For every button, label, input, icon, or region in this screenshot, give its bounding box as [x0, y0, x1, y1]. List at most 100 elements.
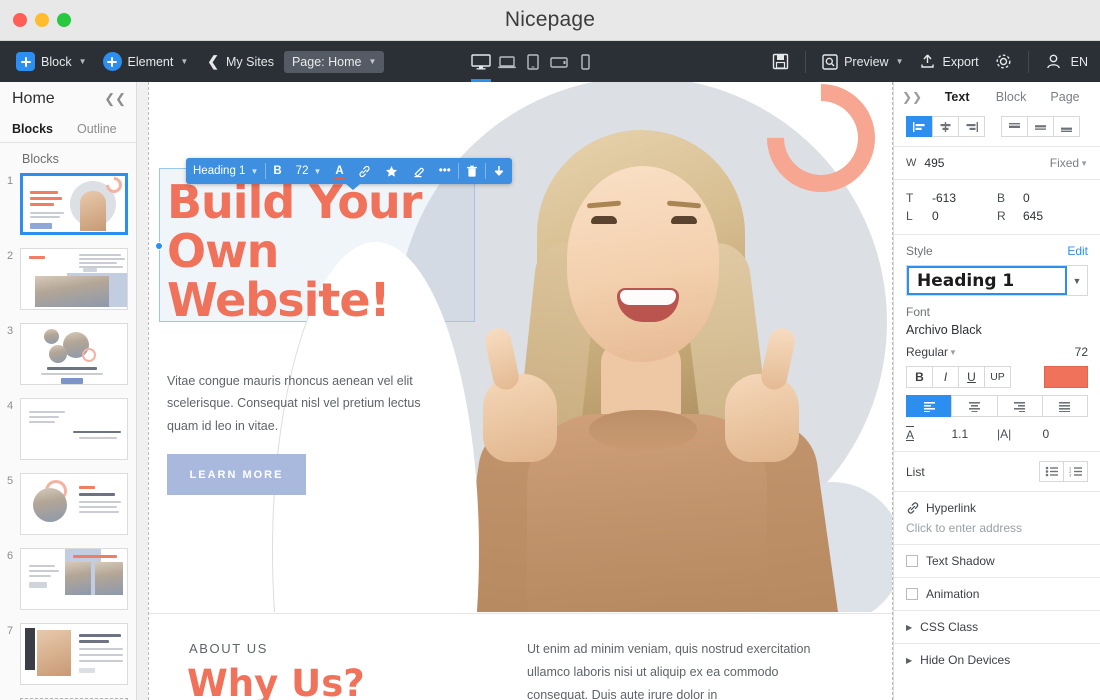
block-thumbnail-2[interactable] [20, 248, 128, 310]
device-tablet-portrait-button[interactable] [522, 41, 544, 82]
about-paragraph[interactable]: Ut enim ad minim veniam, quis nostrud ex… [527, 638, 817, 700]
numbered-list-button[interactable]: 123 [1063, 461, 1088, 482]
language-selector[interactable]: EN [1071, 55, 1092, 69]
text-style-dropdown[interactable]: Heading 1 ▼ [186, 158, 265, 184]
offset-left-value[interactable]: 0 [932, 209, 939, 223]
edit-style-link[interactable]: Edit [1067, 244, 1088, 258]
offset-left[interactable]: L 0 [906, 207, 997, 225]
resize-handle-left[interactable] [155, 242, 163, 250]
block-thumbnail-3[interactable] [20, 323, 128, 385]
offset-top[interactable]: T -613 [906, 189, 997, 207]
font-size-value[interactable]: 72 [1075, 345, 1088, 359]
line-height-value-cell[interactable]: 1.1 [952, 427, 998, 441]
tab-page[interactable]: Page [1038, 90, 1092, 104]
block-thumbnail-6[interactable] [20, 548, 128, 610]
device-desktop-button[interactable] [470, 41, 492, 82]
floating-text-toolbar[interactable]: Heading 1 ▼ B 72 ▼ A ••• [186, 158, 512, 190]
editor-canvas[interactable]: Heading 1 ▼ B 72 ▼ A ••• Build Your Own … [137, 82, 893, 700]
underline-button[interactable]: U [958, 366, 985, 388]
text-shadow-checkbox[interactable] [906, 555, 918, 567]
font-name-value[interactable]: Archivo Black [906, 323, 1088, 337]
my-sites-button[interactable]: ❮ My Sites [207, 53, 274, 70]
preview-button[interactable]: Preview ▼ [815, 50, 910, 74]
device-tablet-landscape-button[interactable] [548, 41, 570, 82]
italic-button[interactable]: I [932, 366, 959, 388]
add-element-button[interactable]: Element ▼ [96, 48, 196, 75]
collapse-panel-icon[interactable]: ❮❮ [104, 91, 126, 107]
link-button[interactable] [351, 158, 378, 184]
maximize-button[interactable] [57, 13, 71, 27]
block-thumbnail-7[interactable] [20, 623, 128, 685]
text-align-justify-button[interactable] [1041, 395, 1088, 417]
letter-spacing-value-cell[interactable]: 0 [1043, 427, 1089, 441]
css-class-section[interactable]: ▶ CSS Class [894, 610, 1100, 643]
hyperlink-input[interactable]: Click to enter address [906, 521, 1088, 535]
font-color-button[interactable]: A [328, 158, 350, 184]
text-align-group[interactable] [906, 395, 1088, 417]
text-align-right-button[interactable] [996, 395, 1043, 417]
more-options-button[interactable]: ••• [432, 158, 458, 184]
width-value[interactable]: 495 [924, 156, 944, 170]
expand-panel-icon[interactable]: ❯❯ [902, 90, 930, 104]
offset-bottom-value[interactable]: 0 [1023, 191, 1030, 205]
learn-more-button[interactable]: LEARN MORE [167, 454, 306, 495]
about-heading[interactable]: Why Us? [187, 662, 365, 700]
text-align-left-button[interactable] [906, 395, 953, 417]
hyperlink-section[interactable]: Hyperlink Click to enter address [894, 491, 1100, 544]
settings-button[interactable] [988, 49, 1019, 74]
tab-blocks[interactable]: Blocks [12, 122, 53, 136]
list-item[interactable]: 5 [0, 473, 136, 548]
align-center-button[interactable] [932, 116, 959, 137]
font-style-group[interactable]: B I U UP [906, 366, 1011, 388]
device-phone-button[interactable] [574, 41, 596, 82]
style-dropdown[interactable]: Heading 1 ▼ [906, 265, 1088, 296]
font-weight-dropdown[interactable]: Regular ▼ [906, 345, 957, 359]
hero-headline[interactable]: Build Your Own Website! [167, 177, 467, 326]
account-button[interactable] [1038, 49, 1069, 74]
spacing-controls[interactable]: A 1.1 |A| 0 [906, 426, 1088, 442]
about-section[interactable]: ABOUT US Why Us? Ut enim ad minim veniam… [149, 613, 892, 700]
offset-top-value[interactable]: -613 [932, 191, 956, 205]
font-size-dropdown[interactable]: 72 ▼ [289, 158, 329, 184]
align-left-button[interactable] [906, 116, 933, 137]
bold-button[interactable]: B [266, 158, 288, 184]
delete-element-button[interactable] [459, 158, 485, 184]
offset-right-value[interactable]: 645 [1023, 209, 1043, 223]
offset-bottom[interactable]: B 0 [997, 189, 1088, 207]
hero-paragraph[interactable]: Vitae congue mauris rhoncus aenean vel e… [167, 370, 439, 437]
device-switcher[interactable] [470, 41, 596, 82]
tab-outline[interactable]: Outline [77, 122, 117, 136]
hero-section[interactable]: Heading 1 ▼ B 72 ▼ A ••• Build Your Own … [149, 82, 892, 612]
vertical-align-group[interactable] [1001, 116, 1080, 137]
hide-on-devices-section[interactable]: ▶ Hide On Devices [894, 643, 1100, 676]
minimize-button[interactable] [35, 13, 49, 27]
width-row[interactable]: W 495 Fixed ▼ [906, 156, 1088, 170]
letter-spacing-control[interactable]: |A| [997, 427, 1043, 441]
list-item[interactable]: 4 [0, 398, 136, 473]
align-middle-button[interactable] [1027, 116, 1054, 137]
list-item[interactable]: 7 [0, 623, 136, 698]
bold-button[interactable]: B [906, 366, 933, 388]
list-item[interactable]: 6 [0, 548, 136, 623]
list-item[interactable]: 3 [0, 323, 136, 398]
star-button[interactable] [378, 158, 405, 184]
tab-block[interactable]: Block [984, 90, 1038, 104]
clear-format-button[interactable] [405, 158, 432, 184]
device-laptop-button[interactable] [496, 41, 518, 82]
line-height-control[interactable]: A [906, 426, 952, 442]
sidebar-tabs[interactable]: Blocks Outline [0, 115, 136, 143]
close-button[interactable] [13, 13, 27, 27]
move-down-button[interactable] [486, 158, 512, 184]
export-button[interactable]: Export [912, 49, 985, 74]
bulleted-list-button[interactable] [1039, 461, 1064, 482]
uppercase-button[interactable]: UP [984, 366, 1011, 388]
about-eyebrow-label[interactable]: ABOUT US [189, 641, 268, 656]
block-thumbnail-1[interactable] [20, 173, 128, 235]
text-align-center-button[interactable] [951, 395, 998, 417]
list-item[interactable]: 1 [0, 173, 136, 248]
animation-checkbox[interactable] [906, 588, 918, 600]
add-block-button[interactable]: Block ▼ [9, 48, 94, 75]
alignment-controls[interactable] [894, 112, 1100, 146]
align-right-button[interactable] [958, 116, 985, 137]
text-shadow-section[interactable]: Text Shadow [894, 544, 1100, 577]
